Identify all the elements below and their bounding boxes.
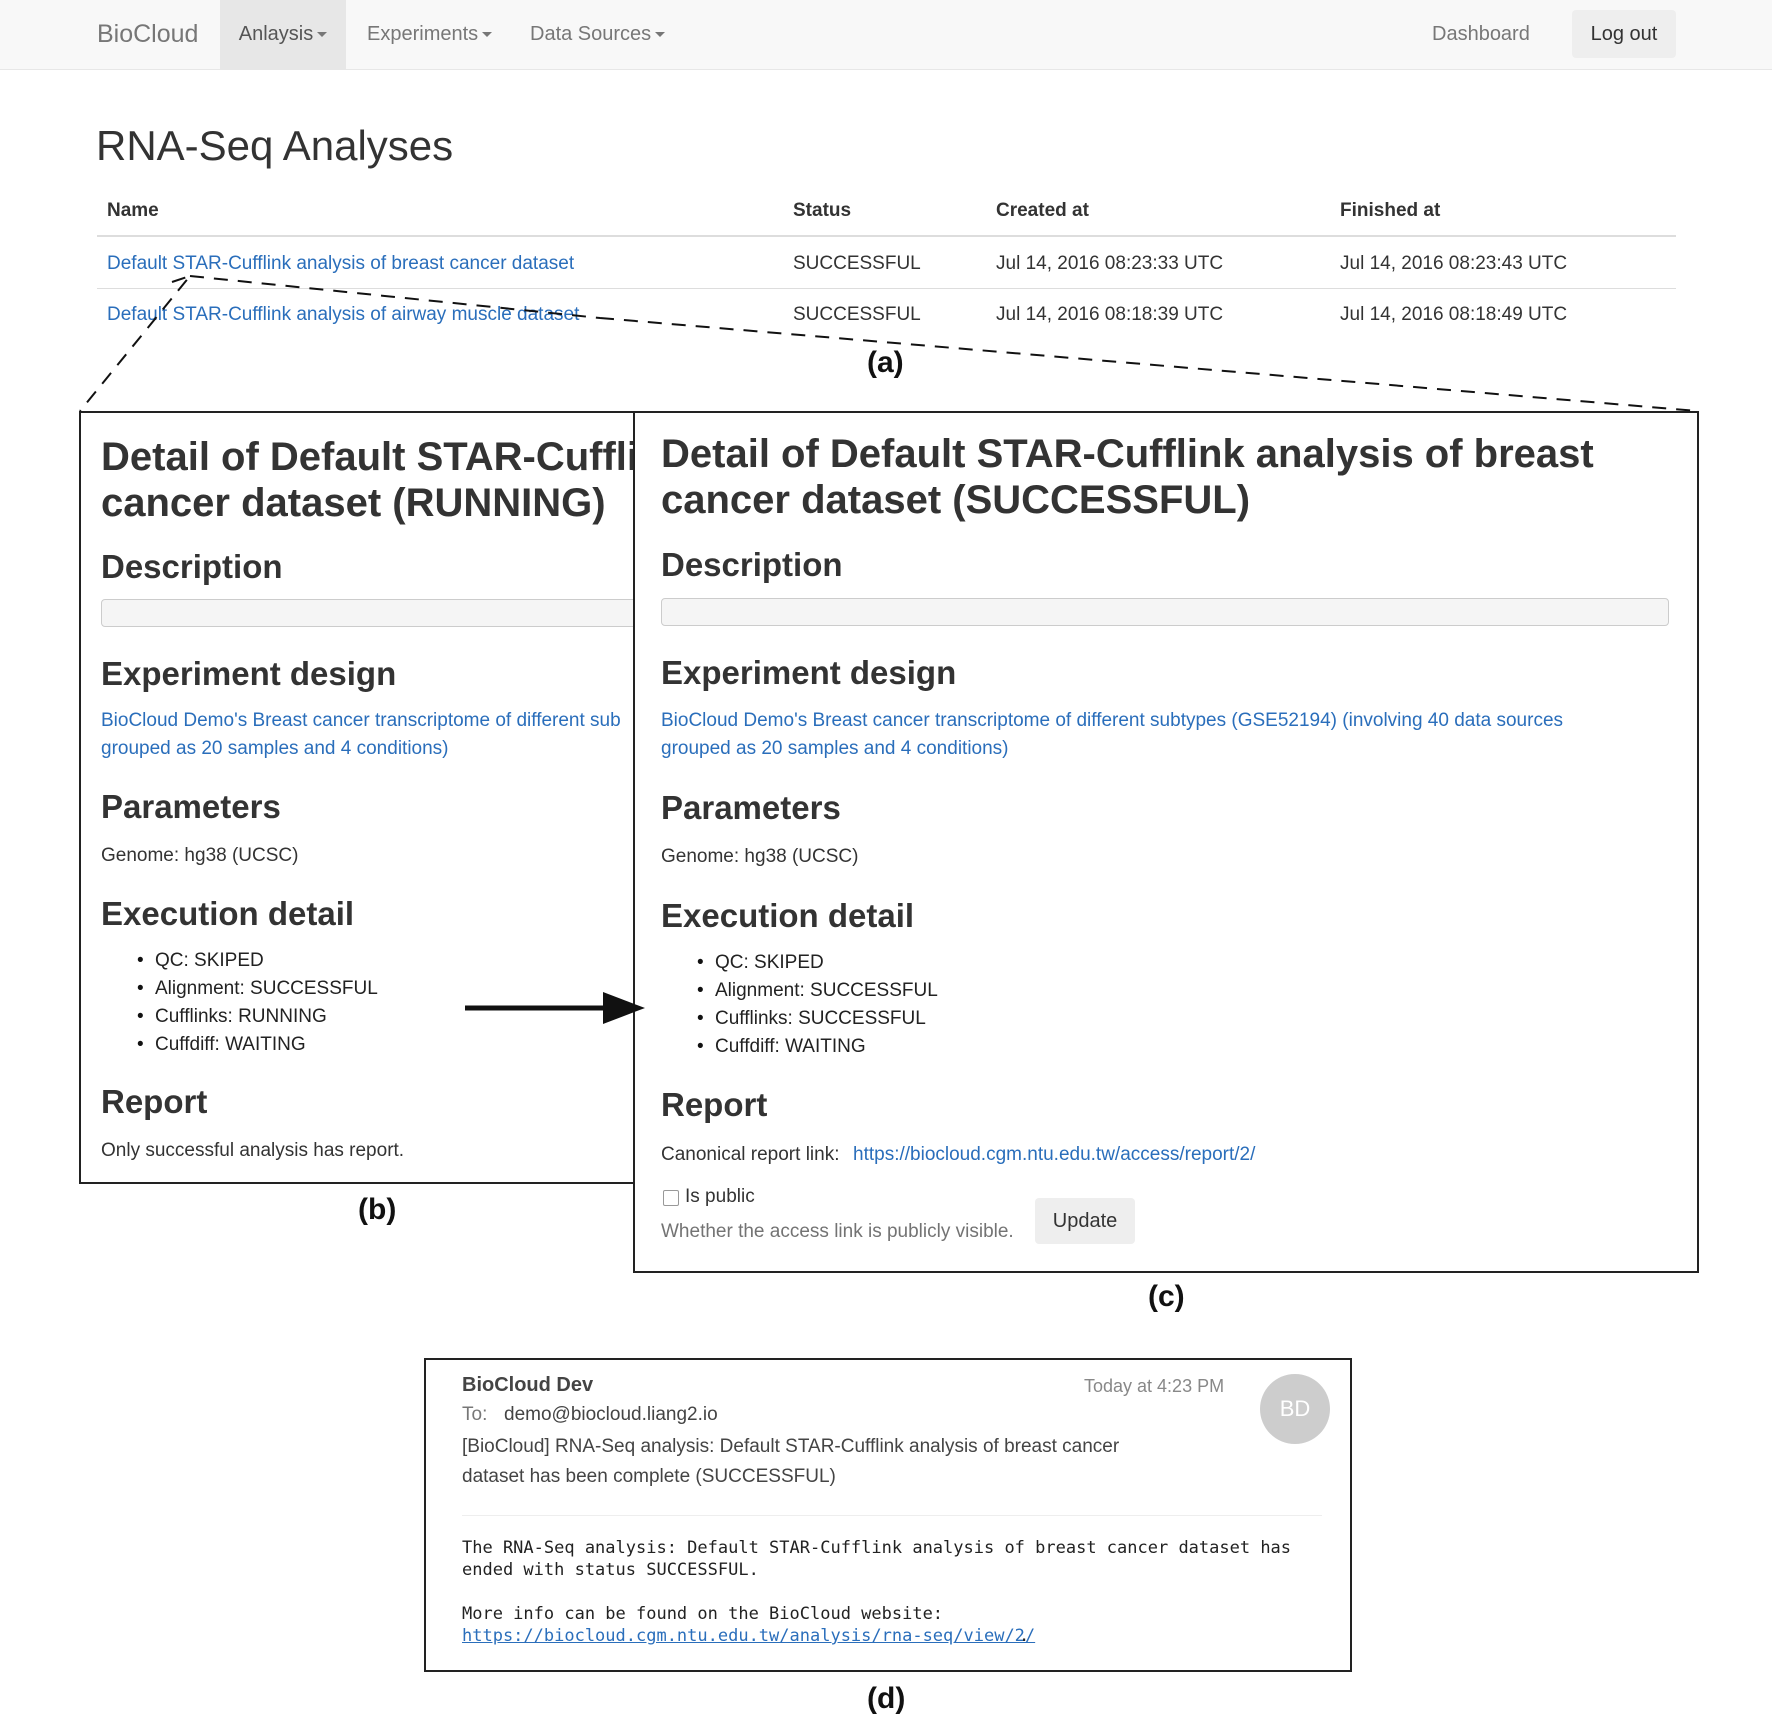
email-time: Today at 4:23 PM (1084, 1376, 1225, 1396)
zoom-line-left (79, 273, 193, 412)
email-divider (462, 1515, 1322, 1516)
email-body-end: . (1019, 1626, 1030, 1646)
email-notification: BioCloud Dev Today at 4:23 PM To: demo@b… (424, 1358, 1352, 1672)
email-body-line2: ended with status SUCCESSFUL. (462, 1560, 759, 1580)
email-body-link[interactable]: https://biocloud.cgm.ntu.edu.tw/analysis… (462, 1626, 1035, 1646)
email-body-line3: More info can be found on the BioCloud w… (462, 1604, 944, 1624)
email-to-label: To: (462, 1404, 488, 1425)
email-body-line1: The RNA-Seq analysis: Default STAR-Cuffl… (462, 1538, 1292, 1558)
zoom-line-right (189, 275, 1698, 412)
email-to-address: demo@biocloud.liang2.io (504, 1404, 718, 1425)
email-sender: BioCloud Dev (462, 1374, 594, 1396)
email-subject-line1: [BioCloud] RNA-Seq analysis: Default STA… (462, 1436, 1120, 1457)
caption-d: (d) (867, 1682, 906, 1715)
avatar: BD (1260, 1374, 1330, 1444)
email-subject-line2: dataset has been complete (SUCCESSFUL) (462, 1466, 836, 1487)
arrow-head-icon (603, 992, 645, 1024)
